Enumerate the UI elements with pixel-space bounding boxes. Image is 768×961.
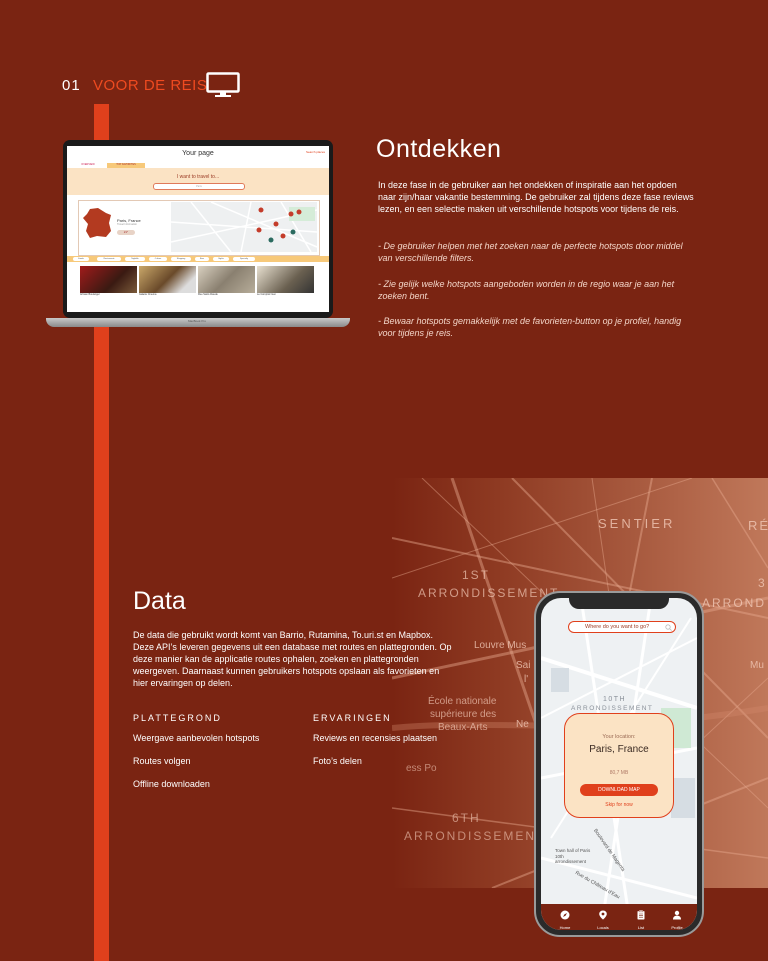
map-label: ARROND (702, 596, 767, 610)
column-heading-ervaringen: ERVARINGEN (313, 713, 392, 723)
search-icon (665, 624, 672, 631)
column-item: Offline downloaden (133, 779, 210, 789)
filter-chip: Sights (213, 257, 229, 261)
column-heading-plattegrond: PLATTEGROND (133, 713, 222, 723)
ontdekken-bullet: - Bewaar hotspots gemakkelijk met de fav… (378, 316, 682, 338)
nav-label: Locals (597, 925, 609, 930)
france-map-icon (83, 208, 111, 238)
ontdekken-bullet: - De gebruiker helpen met het zoeken naa… (378, 241, 683, 263)
map-label: Ne (516, 719, 529, 730)
screen-search-button: Search places (305, 150, 325, 154)
screen-page-title: Your page (182, 150, 214, 157)
screen-hero-text: I want to travel to... (176, 174, 220, 180)
place-photo (257, 266, 314, 293)
laptop-screen: Your page Search places OVERVIEW TOP FAV… (67, 146, 329, 312)
place-label: Rue Saint-Claude (198, 293, 255, 298)
map-label: ess Po (406, 763, 437, 774)
map-label: SENTIER (598, 516, 676, 531)
download-map-button[interactable]: DOWNLOAD MAP (580, 784, 658, 796)
phone-screen: Where do you want to go? 10TH ARRONDISSE… (541, 598, 697, 930)
screen-search-input: Paris (153, 183, 245, 190)
ontdekken-heading: Ontdekken (376, 135, 502, 163)
screen-map (171, 202, 317, 252)
skip-link[interactable]: Skip for now (565, 802, 673, 808)
nav-label: List (637, 925, 645, 930)
map-label: 3 (758, 576, 765, 590)
map-size: 80,7 MB (609, 770, 629, 776)
map-label: École nationale (428, 696, 497, 707)
column-item: Routes volgen (133, 756, 191, 766)
place-label: Artisan Boulanger (80, 293, 137, 298)
nav-label: Home (559, 925, 571, 930)
user-icon (673, 910, 681, 920)
nav-home[interactable]: Home (553, 907, 577, 930)
location-name: Paris, France (589, 744, 649, 755)
section-number: 01 (62, 77, 81, 94)
ontdekken-bullet: - Zie gelijk welke hotspots aangeboden w… (378, 279, 675, 301)
nav-label: Profile (671, 925, 683, 930)
laptop-mockup: Your page Search places OVERVIEW TOP FAV… (46, 140, 350, 330)
map-label: l' (524, 674, 529, 685)
map-label: Sai (516, 660, 531, 671)
data-body: De data die gebruikt wordt komt van Barr… (133, 630, 452, 688)
column-item: Weergave aanbevolen hotspots (133, 733, 260, 743)
clipboard-icon (637, 910, 645, 920)
laptop-brand: MacBook Pro (188, 319, 207, 323)
monitor-icon (206, 72, 240, 97)
ontdekken-intro: In deze fase in de gebruiker aan het ond… (378, 180, 694, 214)
map-label: ARRONDISSEMENT (404, 829, 546, 843)
filter-chip: Bars (195, 257, 209, 261)
download-card: Your location: Paris, France 80,7 MB DOW… (564, 713, 674, 818)
filter-chip: Restaurants (97, 257, 121, 261)
nav-list[interactable]: List (629, 907, 653, 930)
map-label: RÉ (748, 518, 768, 533)
map-label: supérieure des (430, 709, 497, 720)
place-label: Galerie Cinema (139, 293, 196, 298)
compass-icon (560, 910, 570, 920)
map-label: Beaux-Arts (438, 722, 488, 733)
map-label: 1ST (462, 568, 491, 582)
filter-chip: Foods (73, 257, 89, 261)
map-pin-icon (599, 910, 607, 920)
place-photo (198, 266, 255, 293)
phone-search-input[interactable]: Where do you want to go? (568, 621, 676, 633)
filter-chip: Shopping (171, 257, 191, 261)
place-photo (139, 266, 196, 293)
section-title: VOOR DE REIS (93, 77, 208, 94)
place-label: Le Comptoir Gen (257, 293, 314, 298)
filter-chip: Nightlife (125, 257, 145, 261)
map-label: 6TH (452, 811, 481, 825)
column-item: Reviews en recensies plaatsen (313, 733, 438, 743)
nav-profile[interactable]: Profile (665, 907, 689, 930)
nav-locals[interactable]: Locals (591, 907, 615, 930)
phone-notch (569, 598, 669, 609)
phone-map-label: 10TH (603, 696, 627, 703)
map-label: Mu (750, 660, 764, 671)
filter-chip: Culture (149, 257, 167, 261)
phone-map-label: ARRONDISSEMENT (571, 705, 654, 712)
filter-chip: Specialty (233, 257, 255, 261)
phone-mockup: Where do you want to go? 10TH ARRONDISSE… (534, 591, 704, 937)
place-photo (80, 266, 137, 293)
data-heading: Data (133, 587, 186, 615)
phone-search-placeholder: Where do you want to go? (585, 623, 650, 630)
screen-temperature-badge: 21° (117, 230, 135, 235)
screen-city-sub: Travel Information (117, 223, 138, 226)
column-item: Foto’s delen (313, 756, 362, 766)
your-location-label: Your location: (602, 734, 636, 740)
town-hall-label: Town hall of Paris 10th arrondissement (555, 848, 591, 864)
map-label: Louvre Mus (474, 640, 527, 651)
